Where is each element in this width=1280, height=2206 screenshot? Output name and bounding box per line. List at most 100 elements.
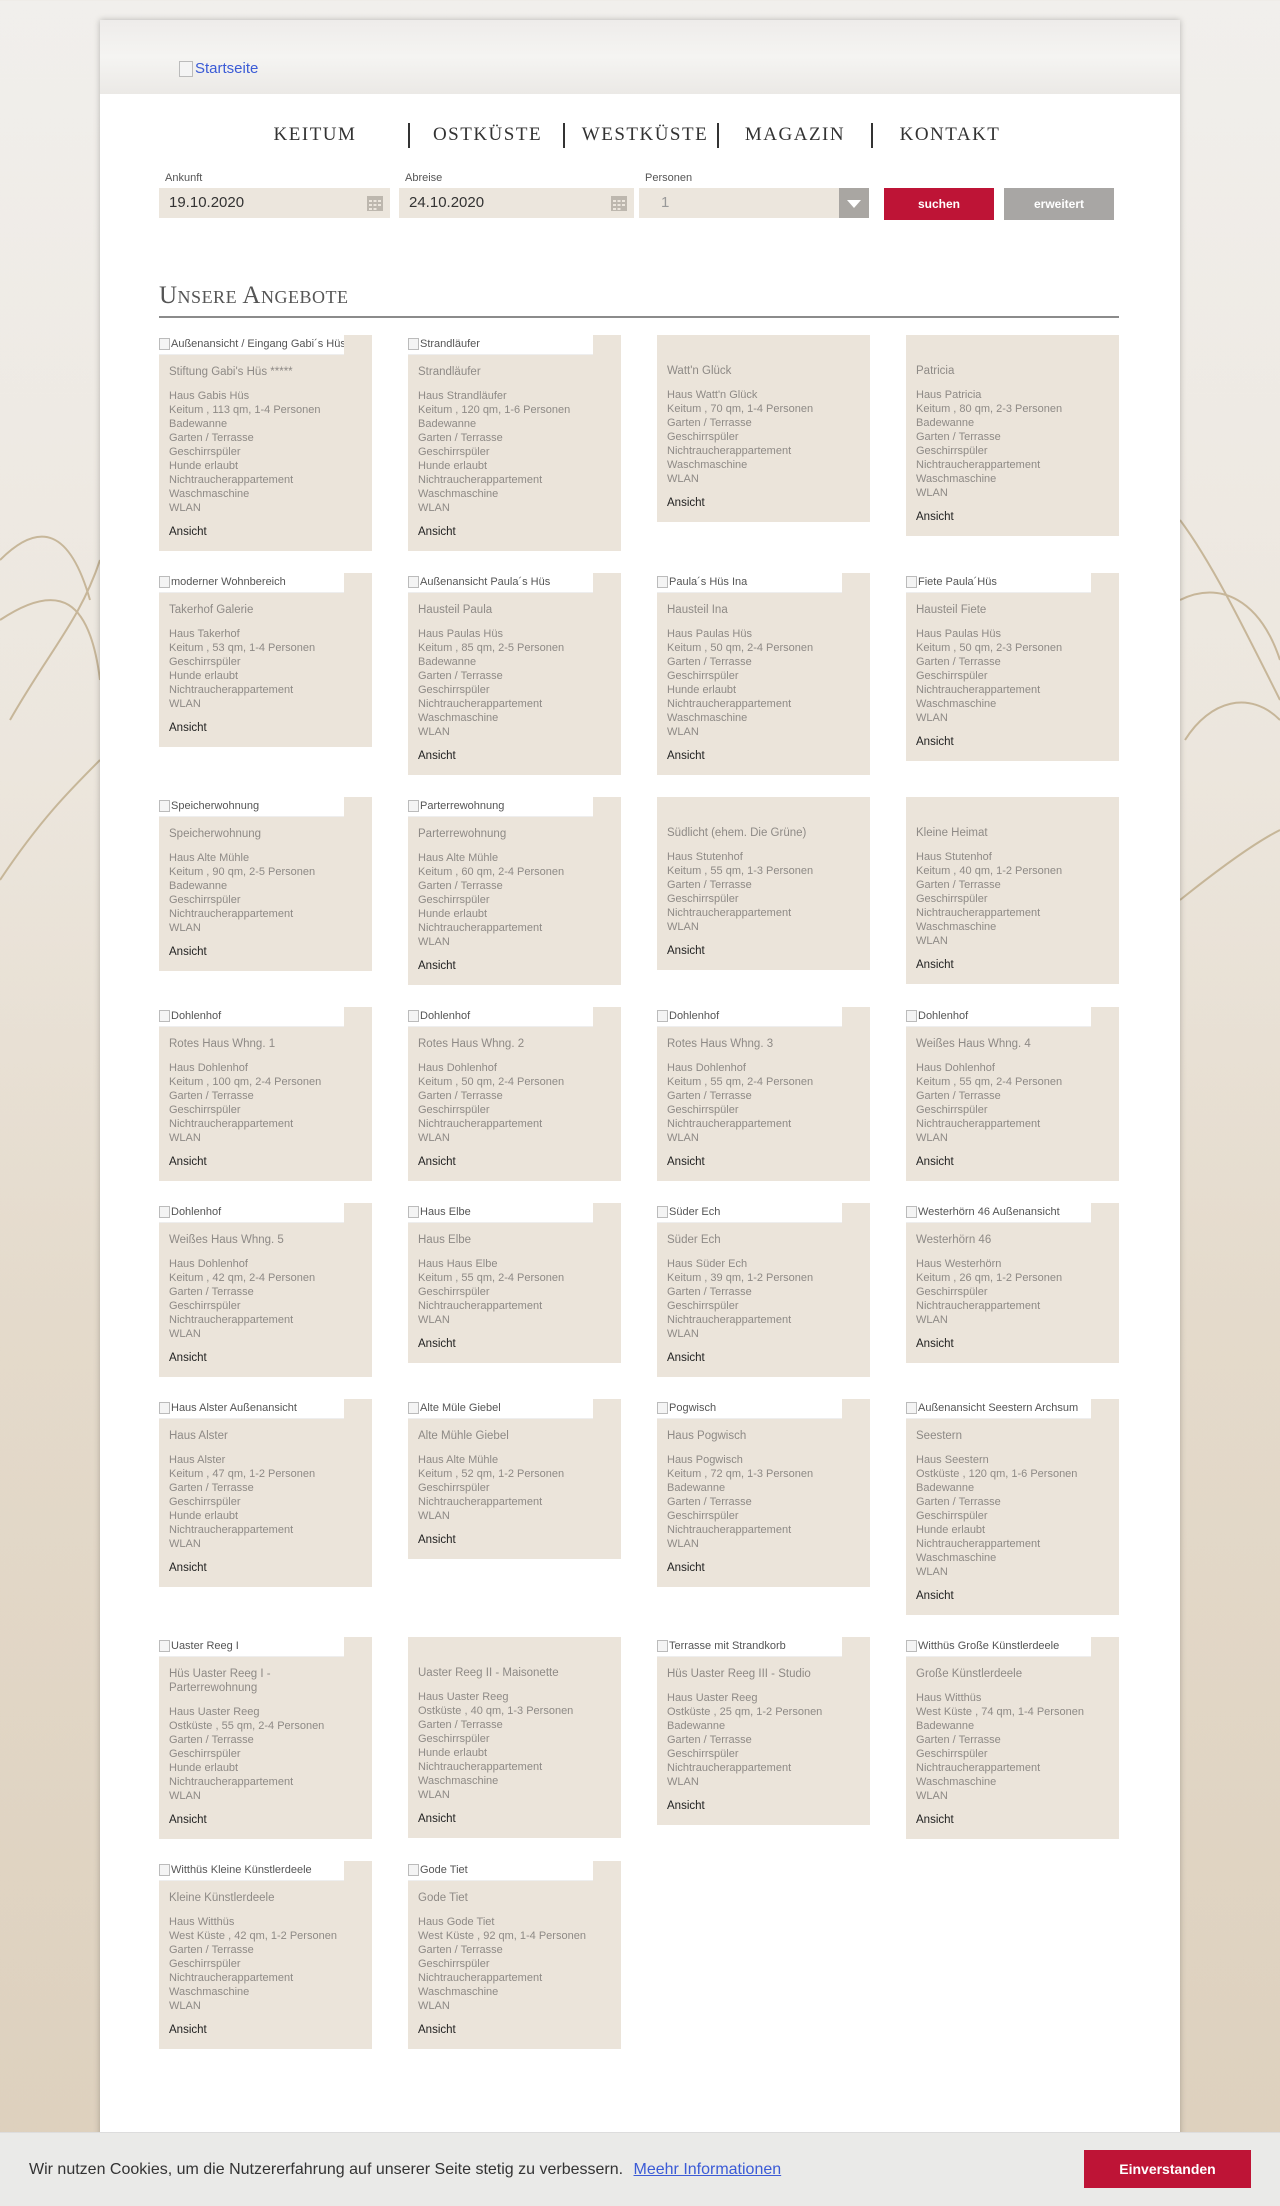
offer-view-link[interactable]: Ansicht <box>906 1327 1119 1363</box>
offer-view-link[interactable]: Ansicht <box>159 711 372 747</box>
main-navigation: KEITUM OSTKÜSTE WESTKÜSTE MAGAZIN KONTAK… <box>100 120 1180 150</box>
offer-title: Uaster Reeg II - Maisonette <box>418 1667 559 1679</box>
extended-search-button[interactable]: erweitert <box>1004 188 1114 220</box>
offer-view-link[interactable]: Ansicht <box>159 1341 372 1377</box>
offer-view-link[interactable]: Ansicht <box>906 1145 1119 1181</box>
offer-view-link[interactable]: Ansicht <box>657 1551 870 1587</box>
offer-view-link[interactable]: Ansicht <box>657 1341 870 1377</box>
offer-card: Alte Müle Giebel Alte Mühle Giebel Haus Al… <box>408 1399 621 1559</box>
offer-feature: Badewanne <box>916 1482 975 1494</box>
offer-image[interactable]: Paula´s Hüs Ina <box>657 573 842 593</box>
offer-feature: Nichtraucherappartement <box>667 698 792 710</box>
offer-image[interactable]: Witthüs Große Künstlerdeele <box>906 1637 1091 1657</box>
offer-image[interactable]: Haus Alster Außenansicht <box>159 1399 344 1419</box>
offer-feature: Garten / Terrasse <box>916 879 1001 891</box>
nav-item-westkueste[interactable]: WESTKÜSTE <box>575 120 715 150</box>
offer-image[interactable]: Alte Müle Giebel <box>408 1399 593 1419</box>
departure-date-input[interactable]: 24.10.2020 <box>399 188 634 218</box>
calendar-icon[interactable] <box>366 194 384 212</box>
offer-view-link[interactable]: Ansicht <box>657 739 870 775</box>
offer-view-link[interactable]: Ansicht <box>408 1327 621 1363</box>
offer-image[interactable]: Pogwisch <box>657 1399 842 1419</box>
offer-image[interactable]: Außenansicht / Eingang Gabi´s Hüs <box>159 335 344 355</box>
site-logo-link[interactable]: Startseite <box>179 60 258 77</box>
offer-view-link[interactable]: Ansicht <box>408 1523 621 1559</box>
offer-card: Uaster Reeg II - Maisonette Haus Uaster R… <box>408 1637 621 1838</box>
offer-feature: Hunde erlaubt <box>169 670 239 682</box>
offer-feature: WLAN <box>916 1566 948 1578</box>
offer-feature: Hunde erlaubt <box>418 908 488 920</box>
offer-details: Keitum , 85 qm, 2-5 Personen <box>418 642 565 654</box>
offer-image[interactable]: Gode Tiet <box>408 1861 593 1881</box>
offer-image[interactable]: Dohlenhof <box>906 1007 1091 1027</box>
offer-image[interactable]: Dohlenhof <box>159 1007 344 1027</box>
offer-details: Keitum , 90 qm, 2-5 Personen <box>169 866 316 878</box>
offer-title: Hausteil Ina <box>667 604 728 616</box>
offer-view-link[interactable]: Ansicht <box>408 949 621 985</box>
cookie-more-info-link[interactable]: Meehr Informationen <box>634 2161 782 2178</box>
offer-card: Außenansicht Seestern Archsum Seestern Hau… <box>906 1399 1119 1615</box>
offer-feature: Geschirrspüler <box>169 1496 241 1508</box>
offer-view-link[interactable]: Ansicht <box>159 515 372 551</box>
offer-view-link[interactable]: Ansicht <box>906 1579 1119 1615</box>
offer-image[interactable]: Uaster Reeg I <box>159 1637 344 1657</box>
offer-details: Ostküste , 25 qm, 1-2 Personen <box>667 1706 823 1718</box>
arrival-date-input[interactable]: 19.10.2020 <box>159 188 390 218</box>
offer-view-link[interactable]: Ansicht <box>408 515 621 551</box>
offer-details: Keitum , 42 qm, 2-4 Personen <box>169 1272 316 1284</box>
nav-item-ostkueste[interactable]: OSTKÜSTE <box>420 120 555 150</box>
offer-image[interactable]: Westerhörn 46 Außenansicht <box>906 1203 1091 1223</box>
offer-view-link[interactable]: Ansicht <box>159 935 372 971</box>
offer-image[interactable]: Strandläufer <box>408 335 593 355</box>
offer-view-link[interactable]: Ansicht <box>408 2013 621 2049</box>
chevron-down-icon[interactable] <box>839 188 869 218</box>
offer-image[interactable]: Parterrewohnung <box>408 797 593 817</box>
offer-house: Haus Witthüs <box>169 1916 235 1928</box>
offer-view-link[interactable]: Ansicht <box>159 1145 372 1181</box>
search-button[interactable]: suchen <box>884 188 994 220</box>
offer-view-link[interactable]: Ansicht <box>159 2013 372 2049</box>
offer-card: Dohlenhof Weißes Haus Whng. 4 Haus Dohlenh… <box>906 1007 1119 1181</box>
nav-item-magazin[interactable]: MAGAZIN <box>730 120 860 150</box>
calendar-icon[interactable] <box>610 194 628 212</box>
offer-image[interactable]: Fiete Paula´Hüs <box>906 573 1091 593</box>
offer-image[interactable]: Dohlenhof <box>657 1007 842 1027</box>
offer-view-link[interactable]: Ansicht <box>906 1803 1119 1839</box>
offer-feature: Nichtraucherappartement <box>169 1524 294 1536</box>
offer-house: Haus Gabis Hüs <box>169 390 250 402</box>
offer-image-alt: Dohlenhof <box>171 1010 222 1022</box>
offer-view-link[interactable]: Ansicht <box>657 486 870 522</box>
offer-image[interactable]: Dohlenhof <box>408 1007 593 1027</box>
offer-feature: Nichtraucherappartement <box>916 1118 1041 1130</box>
offer-image[interactable]: Speicherwohnung <box>159 797 344 817</box>
offer-feature: Geschirrspüler <box>916 670 988 682</box>
offer-view-link[interactable]: Ansicht <box>159 1551 372 1587</box>
offer-view-link[interactable]: Ansicht <box>906 725 1119 761</box>
offer-view-link[interactable]: Ansicht <box>906 500 1119 536</box>
offer-image[interactable]: Dohlenhof <box>159 1203 344 1223</box>
offer-image[interactable]: Haus Elbe <box>408 1203 593 1223</box>
offer-view-link[interactable]: Ansicht <box>408 1145 621 1181</box>
offer-feature: Nichtraucherappartement <box>418 698 543 710</box>
offer-view-link[interactable]: Ansicht <box>657 1145 870 1181</box>
offer-view-link[interactable]: Ansicht <box>657 934 870 970</box>
offer-view-link[interactable]: Ansicht <box>906 948 1119 984</box>
offer-image[interactable]: moderner Wohnbereich <box>159 573 344 593</box>
persons-select[interactable]: 1 <box>639 188 869 218</box>
nav-item-kontakt[interactable]: KONTAKT <box>885 120 1015 150</box>
offer-feature: Garten / Terrasse <box>418 1944 503 1956</box>
offer-feature: WLAN <box>667 1328 699 1340</box>
nav-item-keitum[interactable]: KEITUM <box>255 120 375 150</box>
offer-view-link[interactable]: Ansicht <box>408 739 621 775</box>
offer-image[interactable]: Süder Ech <box>657 1203 842 1223</box>
offer-image[interactable]: Außenansicht Paula´s Hüs <box>408 573 593 593</box>
offer-details: Keitum , 72 qm, 1-3 Personen <box>667 1468 814 1480</box>
cookie-accept-button[interactable]: Einverstanden <box>1084 2150 1251 2188</box>
offer-view-link[interactable]: Ansicht <box>159 1803 372 1839</box>
offer-image[interactable]: Außenansicht Seestern Archsum <box>906 1399 1091 1419</box>
offer-image[interactable]: Terrasse mit Strandkorb <box>657 1637 842 1657</box>
offer-view-link[interactable]: Ansicht <box>408 1802 621 1838</box>
offer-view-link[interactable]: Ansicht <box>657 1789 870 1825</box>
offer-title: Speicherwohnung <box>169 828 262 840</box>
offer-image[interactable]: Witthüs Kleine Künstlerdeele <box>159 1861 344 1881</box>
